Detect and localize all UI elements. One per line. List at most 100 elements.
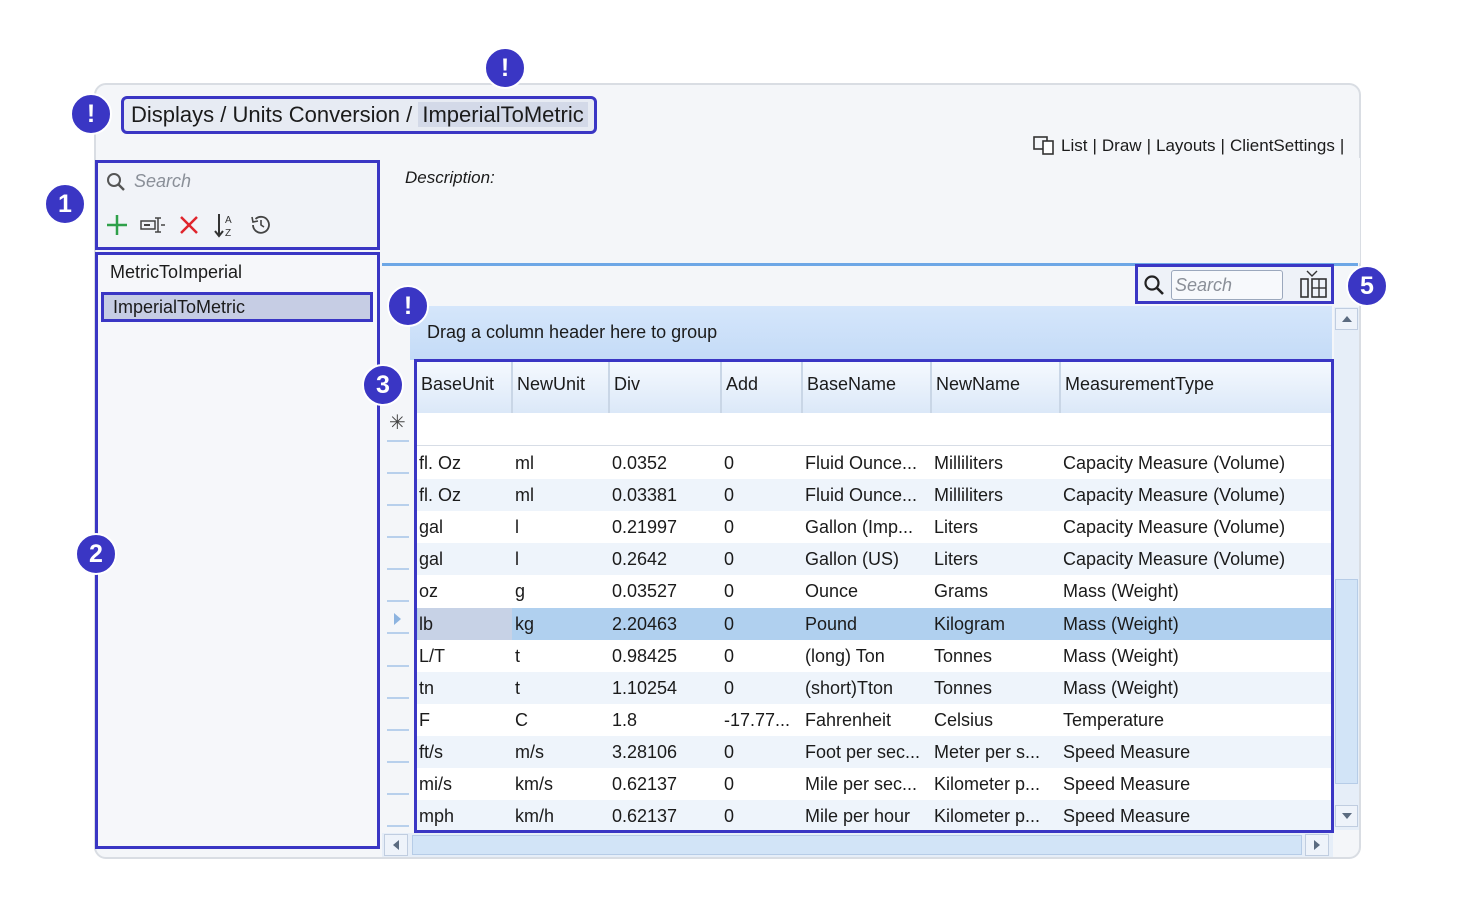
table-row[interactable]: mi/s km/s 0.62137 0 Mile per sec... Kilometer… xyxy=(417,768,1331,800)
cell-add[interactable]: 0 xyxy=(723,640,802,672)
cell-add[interactable]: 0 xyxy=(723,768,802,800)
cell-newname[interactable]: Meter per s... xyxy=(933,736,1059,768)
cell-measurementtype[interactable]: Capacity Measure (Volume) xyxy=(1062,511,1331,543)
cell-basename[interactable]: (long) Ton xyxy=(804,640,930,672)
horizontal-scroll-thumb[interactable] xyxy=(412,835,1302,855)
cell-newname[interactable]: Grams xyxy=(933,575,1059,607)
cell-measurementtype[interactable]: Speed Measure xyxy=(1062,736,1331,768)
cell-basename[interactable]: Gallon (US) xyxy=(804,543,930,575)
cell-newname[interactable]: Liters xyxy=(933,543,1059,575)
cell-newunit[interactable]: ml xyxy=(514,479,608,511)
column-header-baseunit[interactable]: BaseUnit xyxy=(417,362,513,413)
cell-measurementtype[interactable]: Capacity Measure (Volume) xyxy=(1062,447,1331,479)
cell-add[interactable]: 0 xyxy=(723,447,802,479)
column-chooser-icon[interactable] xyxy=(1298,270,1330,300)
column-header-basename[interactable]: BaseName xyxy=(803,362,932,413)
cell-measurementtype[interactable]: Mass (Weight) xyxy=(1062,608,1331,640)
table-row[interactable]: F C 1.8 -17.77... Fahrenheit Celsius Temperatu… xyxy=(417,704,1331,736)
cell-basename[interactable]: Fluid Ounce... xyxy=(804,479,930,511)
cell-basename[interactable]: Mile per hour xyxy=(804,800,930,830)
list-item-imperial-to-metric[interactable]: ImperialToMetric xyxy=(101,292,373,322)
cell-newname[interactable]: Milliliters xyxy=(933,479,1059,511)
cell-div[interactable]: 0.62137 xyxy=(611,800,721,830)
cell-newunit[interactable]: km/s xyxy=(514,768,608,800)
cell-baseunit[interactable]: lb xyxy=(418,607,512,640)
cell-basename[interactable]: Foot per sec... xyxy=(804,736,930,768)
cell-div[interactable]: 0.03381 xyxy=(611,479,721,511)
cell-measurementtype[interactable]: Mass (Weight) xyxy=(1062,672,1331,704)
cell-div[interactable]: 0.2642 xyxy=(611,543,721,575)
table-row[interactable]: tn t 1.10254 0 (short)Tton Tonnes Mass (Weight… xyxy=(417,671,1331,704)
cell-add[interactable]: 0 xyxy=(723,800,802,830)
cell-newunit[interactable]: kg xyxy=(514,608,608,640)
sort-icon[interactable]: AZ xyxy=(211,211,238,238)
cell-div[interactable]: 0.98425 xyxy=(611,640,721,672)
cell-baseunit[interactable]: mi/s xyxy=(418,768,512,800)
cell-newname[interactable]: Kilometer p... xyxy=(933,800,1059,830)
cell-baseunit[interactable]: gal xyxy=(418,543,512,575)
vertical-scroll-thumb[interactable] xyxy=(1335,579,1358,784)
vertical-scrollbar[interactable] xyxy=(1334,307,1359,830)
column-header-newname[interactable]: NewName xyxy=(932,362,1061,413)
cell-newunit[interactable]: C xyxy=(514,704,608,736)
table-row[interactable]: oz g 0.03527 0 Ounce Grams Mass (Weight) xyxy=(417,575,1331,607)
cell-div[interactable]: 0.0352 xyxy=(611,447,721,479)
column-header-add[interactable]: Add xyxy=(722,362,803,413)
layouts-link[interactable]: Layouts xyxy=(1156,134,1216,158)
cell-div[interactable]: 2.20463 xyxy=(611,608,721,640)
cell-add[interactable]: 0 xyxy=(723,543,802,575)
cell-div[interactable]: 3.28106 xyxy=(611,736,721,768)
cell-newunit[interactable]: km/h xyxy=(514,800,608,830)
cell-div[interactable]: 1.8 xyxy=(611,704,721,736)
draw-link[interactable]: Draw xyxy=(1102,134,1142,158)
add-icon[interactable] xyxy=(103,211,130,238)
list-item-metric-to-imperial[interactable]: MetricToImperial xyxy=(110,257,242,287)
column-header-measurementtype[interactable]: MeasurementType xyxy=(1061,362,1331,413)
cell-add[interactable]: 0 xyxy=(723,575,802,607)
cell-measurementtype[interactable]: Mass (Weight) xyxy=(1062,575,1331,607)
cell-newname[interactable]: Liters xyxy=(933,511,1059,543)
scroll-right-button[interactable] xyxy=(1305,834,1329,856)
cell-div[interactable]: 0.21997 xyxy=(611,511,721,543)
cell-baseunit[interactable]: F xyxy=(418,704,512,736)
cell-baseunit[interactable]: fl. Oz xyxy=(418,447,512,479)
cell-newunit[interactable]: l xyxy=(514,511,608,543)
grid-search-input[interactable]: Search xyxy=(1171,270,1283,300)
cell-measurementtype[interactable]: Mass (Weight) xyxy=(1062,640,1331,672)
client-settings-link[interactable]: ClientSettings xyxy=(1230,134,1335,158)
cell-baseunit[interactable]: oz xyxy=(418,575,512,607)
cell-baseunit[interactable]: L/T xyxy=(418,640,512,672)
cell-add[interactable]: 0 xyxy=(723,479,802,511)
cell-newname[interactable]: Milliliters xyxy=(933,447,1059,479)
cell-newname[interactable]: Tonnes xyxy=(933,640,1059,672)
cell-measurementtype[interactable]: Capacity Measure (Volume) xyxy=(1062,543,1331,575)
cell-newunit[interactable]: g xyxy=(514,575,608,607)
table-row[interactable]: L/T t 0.98425 0 (long) Ton Tonnes Mass (Weight… xyxy=(417,640,1331,672)
horizontal-scrollbar[interactable] xyxy=(382,833,1333,857)
cell-basename[interactable]: Ounce xyxy=(804,575,930,607)
cell-div[interactable]: 0.62137 xyxy=(611,768,721,800)
table-row[interactable]: fl. Oz ml 0.03381 0 Fluid Ounce... Milliliter… xyxy=(417,479,1331,512)
column-header-div[interactable]: Div xyxy=(610,362,722,413)
rename-icon[interactable] xyxy=(139,211,166,238)
cell-div[interactable]: 1.10254 xyxy=(611,672,721,704)
cell-newname[interactable]: Kilometer p... xyxy=(933,768,1059,800)
cell-measurementtype[interactable]: Speed Measure xyxy=(1062,800,1331,830)
cell-measurementtype[interactable]: Speed Measure xyxy=(1062,768,1331,800)
new-row[interactable] xyxy=(417,413,1331,446)
cell-newname[interactable]: Celsius xyxy=(933,704,1059,736)
cell-baseunit[interactable]: ft/s xyxy=(418,736,512,768)
cell-basename[interactable]: (short)Tton xyxy=(804,672,930,704)
left-search-input[interactable]: Search xyxy=(106,171,191,192)
cell-newunit[interactable]: t xyxy=(514,672,608,704)
cell-basename[interactable]: Fluid Ounce... xyxy=(804,447,930,479)
cell-newunit[interactable]: ml xyxy=(514,447,608,479)
cell-add[interactable]: 0 xyxy=(723,736,802,768)
cell-add[interactable]: 0 xyxy=(723,511,802,543)
cell-measurementtype[interactable]: Temperature xyxy=(1062,704,1331,736)
cell-newunit[interactable]: m/s xyxy=(514,736,608,768)
group-panel[interactable]: Drag a column header here to group xyxy=(410,306,1332,360)
scroll-left-button[interactable] xyxy=(384,834,408,856)
cell-basename[interactable]: Mile per sec... xyxy=(804,768,930,800)
table-row[interactable]: gal l 0.21997 0 Gallon (Imp... Liters Capacity… xyxy=(417,511,1331,543)
